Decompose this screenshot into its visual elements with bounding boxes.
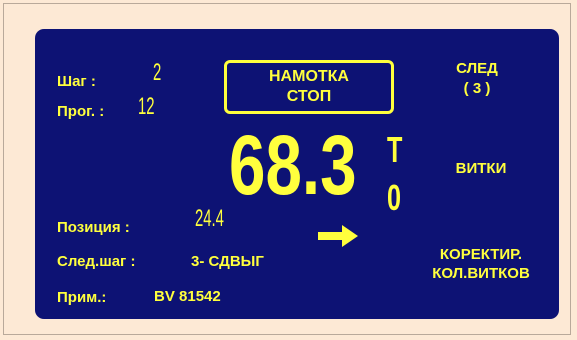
status-line-2: СТОП [286, 88, 332, 105]
next-button[interactable]: СЛЕД ( 3 ) [435, 59, 519, 99]
next-step-label: След.шаг : [57, 253, 136, 270]
note-value: BV 81542 [154, 288, 221, 305]
step-value: 2 [153, 59, 162, 86]
arrow-right-icon [318, 225, 358, 247]
program-label: Прог. : [57, 103, 105, 120]
control-panel: Шаг : 2 Прог. : 12 НАМОТКА СТОП СЛЕД ( 3… [35, 29, 559, 319]
next-button-count: ( 3 ) [463, 80, 491, 97]
note-label: Прим.: [57, 289, 107, 306]
turns-button[interactable]: ВИТКИ [449, 160, 513, 177]
status-line-1: НАМОТКА [269, 68, 349, 85]
next-button-label: СЛЕД [456, 60, 498, 77]
correct-turns-line-2: КОЛ.ВИТКОВ [432, 265, 530, 282]
step-label: Шаг : [57, 73, 96, 90]
program-value: 12 [138, 93, 155, 120]
counter-unit-bottom: 0 [387, 177, 402, 218]
correct-turns-line-1: КОРЕКТИР. [439, 246, 523, 263]
next-step-value: 3- СДВЫГ [191, 253, 264, 270]
position-value: 24.4 [195, 205, 224, 232]
counter-unit-top: T [387, 129, 403, 170]
position-label: Позиция : [57, 219, 130, 236]
status-display: НАМОТКА СТОП [224, 60, 394, 114]
correct-turns-button[interactable]: КОРЕКТИР. КОЛ.ВИТКОВ [411, 245, 551, 283]
turns-counter: 68.3 [229, 118, 357, 212]
